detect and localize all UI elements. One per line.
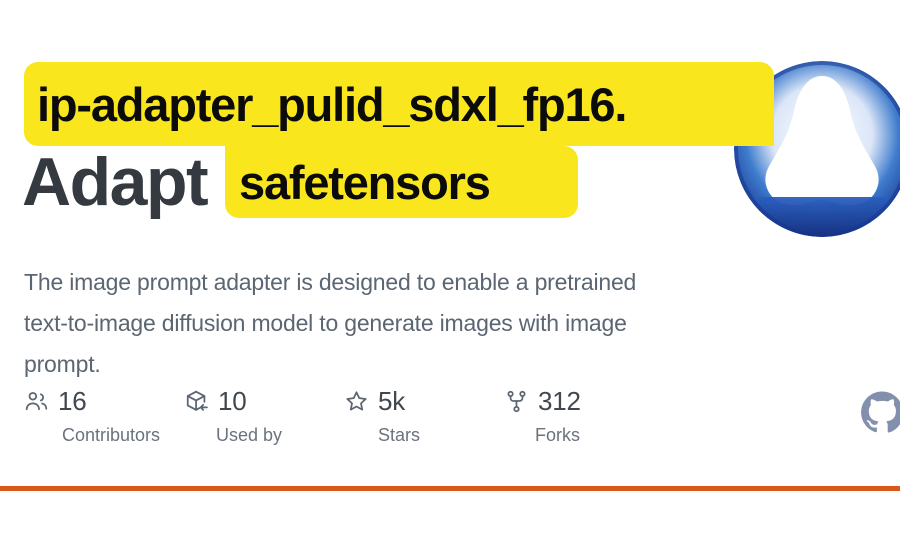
stat-forks-value: 312: [538, 386, 581, 416]
stat-used-by-label: Used by: [216, 425, 283, 445]
star-icon: [344, 389, 369, 414]
org-avatar-logo-icon: [734, 61, 900, 237]
people-icon: [24, 389, 49, 414]
stat-forks[interactable]: 312 Forks: [504, 384, 664, 445]
package-icon: [184, 389, 209, 414]
stat-forks-label: Forks: [535, 425, 580, 445]
stat-used-by[interactable]: 10 Used by: [184, 384, 344, 445]
org-avatar[interactable]: [734, 61, 900, 237]
stat-contributors-label: Contributors: [62, 425, 161, 445]
stat-stars-value: 5k: [378, 386, 406, 416]
stat-stars-top: 5k: [344, 384, 405, 418]
stat-contributors-value: 16: [58, 386, 87, 416]
stat-stars[interactable]: 5k Stars: [344, 384, 504, 445]
fork-icon: [504, 389, 529, 414]
repository-header-page: Adapt The image prompt adapter is design…: [0, 0, 900, 550]
stat-forks-top: 312: [504, 384, 581, 418]
repo-stats: 16 Contributors 10 Used by 5k Stars 312 …: [24, 384, 684, 445]
stat-contributors[interactable]: 16 Contributors: [24, 384, 184, 445]
stat-used-by-value: 10: [218, 386, 247, 416]
highlight-line-1: ip-adapter_pulid_sdxl_fp16.: [24, 62, 774, 146]
github-mark-icon[interactable]: [860, 390, 900, 434]
highlight-line-2: safetensors: [225, 146, 578, 218]
repo-description: The image prompt adapter is designed to …: [24, 269, 637, 377]
stat-used-by-top: 10: [184, 384, 247, 418]
page-title: Adapt: [22, 144, 209, 220]
section-divider: [0, 486, 900, 491]
stat-contributors-top: 16: [24, 384, 87, 418]
stat-stars-label: Stars: [378, 425, 421, 445]
